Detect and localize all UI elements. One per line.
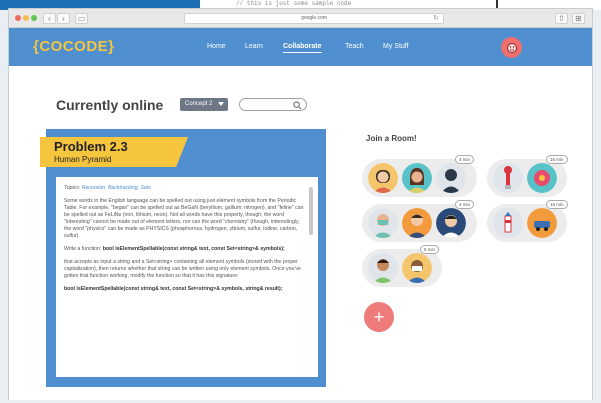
- add-room-button[interactable]: +: [364, 302, 394, 332]
- concept-select[interactable]: Concept 2: [180, 98, 228, 111]
- topics-line: Topics: Recursion, Backtracking, Sets: [64, 185, 304, 192]
- reload-icon[interactable]: ↻: [433, 14, 439, 23]
- avatar: [402, 253, 432, 283]
- main-content: Currently online Concept 2 Problem 2.3 H…: [9, 66, 592, 400]
- nav-my-stuff[interactable]: My Stuff: [383, 43, 409, 50]
- search-icon[interactable]: [293, 101, 302, 110]
- scrollbar[interactable]: [309, 187, 313, 235]
- close-window-dot[interactable]: [15, 15, 21, 21]
- topics-links[interactable]: Recursion, Backtracking, Sets: [82, 185, 151, 191]
- minimize-window-dot[interactable]: [23, 15, 29, 21]
- problem-title: Problem 2.3: [54, 139, 128, 154]
- nav-learn[interactable]: Learn: [245, 43, 263, 50]
- address-bar[interactable]: google.com ↻: [184, 13, 444, 24]
- browser-toolbar: ‹ › ▭ google.com ↻ ⇧ ⊞: [9, 9, 592, 28]
- editor-snippet: // this is just some sample code: [236, 0, 352, 7]
- logo[interactable]: {COCODE}: [33, 38, 115, 55]
- user-avatar-icon: [506, 42, 517, 53]
- function-signature-2: bool isElementSpellable(const string& te…: [64, 286, 283, 292]
- maximize-window-dot[interactable]: [31, 15, 37, 21]
- room-card-4[interactable]: 15 min: [487, 200, 568, 242]
- room-card-5[interactable]: 8 min: [362, 245, 442, 287]
- avatar: [402, 163, 432, 193]
- problem-panel: Problem 2.3 Human Pyramid Topics: Recurs…: [40, 129, 326, 387]
- join-room-heading: Join a Room!: [366, 134, 417, 143]
- function-signature-1: bool isElementSpellable(const string& te…: [102, 246, 285, 252]
- avatar: [436, 163, 466, 193]
- top-nav: {COCODE} Home Learn Collaborate Teach My…: [9, 28, 592, 66]
- problem-description[interactable]: Topics: Recursion, Backtracking, Sets So…: [56, 177, 318, 377]
- write-function-label: Write a function:: [64, 246, 102, 252]
- room-timer-badge: 4 min: [455, 155, 475, 164]
- avatar: [527, 163, 557, 193]
- concept-select-value: Concept 2: [185, 101, 213, 107]
- tabs-icon[interactable]: ⊞: [572, 13, 585, 24]
- avatar: [368, 163, 398, 193]
- room-timer-badge: 8 min: [420, 245, 440, 254]
- nav-home[interactable]: Home: [207, 43, 226, 50]
- avatar: [493, 163, 523, 193]
- url-text: google.com: [301, 15, 327, 21]
- avatar: [527, 208, 557, 238]
- avatar: [493, 208, 523, 238]
- problem-paragraph-2: Write a function: bool isElementSpellabl…: [64, 246, 304, 253]
- browser-window: ‹ › ▭ google.com ↻ ⇧ ⊞ {COCODE} Home Lea…: [8, 8, 593, 400]
- avatar: [368, 253, 398, 283]
- nav-collaborate[interactable]: Collaborate: [283, 43, 322, 53]
- problem-paragraph-3: that accepts as input a string and a Set…: [64, 259, 301, 279]
- search-input[interactable]: [239, 98, 307, 111]
- nav-teach[interactable]: Teach: [345, 43, 364, 50]
- room-card-1[interactable]: 4 min: [362, 155, 477, 197]
- back-icon[interactable]: ‹: [43, 13, 56, 24]
- share-icon[interactable]: ⇧: [555, 13, 568, 24]
- room-timer-badge: 15 min: [546, 155, 568, 164]
- topics-label: Topics:: [64, 185, 81, 191]
- room-timer-badge: 4 min: [455, 200, 475, 209]
- room-card-2[interactable]: 15 min: [487, 155, 568, 197]
- sidebar-icon[interactable]: ▭: [75, 13, 88, 24]
- problem-subtitle: Human Pyramid: [54, 155, 112, 164]
- avatar: [402, 208, 432, 238]
- forward-icon[interactable]: ›: [57, 13, 70, 24]
- room-timer-badge: 15 min: [546, 200, 568, 209]
- problem-paragraph-1: Some words in the English language can b…: [64, 198, 304, 239]
- user-avatar-button[interactable]: [501, 37, 522, 58]
- avatar: [368, 208, 398, 238]
- page-title: Currently online: [56, 97, 164, 113]
- problem-banner: Problem 2.3 Human Pyramid: [40, 137, 188, 167]
- chevron-down-icon: [218, 102, 224, 106]
- room-card-3[interactable]: 4 min: [362, 200, 477, 242]
- avatar: [436, 208, 466, 238]
